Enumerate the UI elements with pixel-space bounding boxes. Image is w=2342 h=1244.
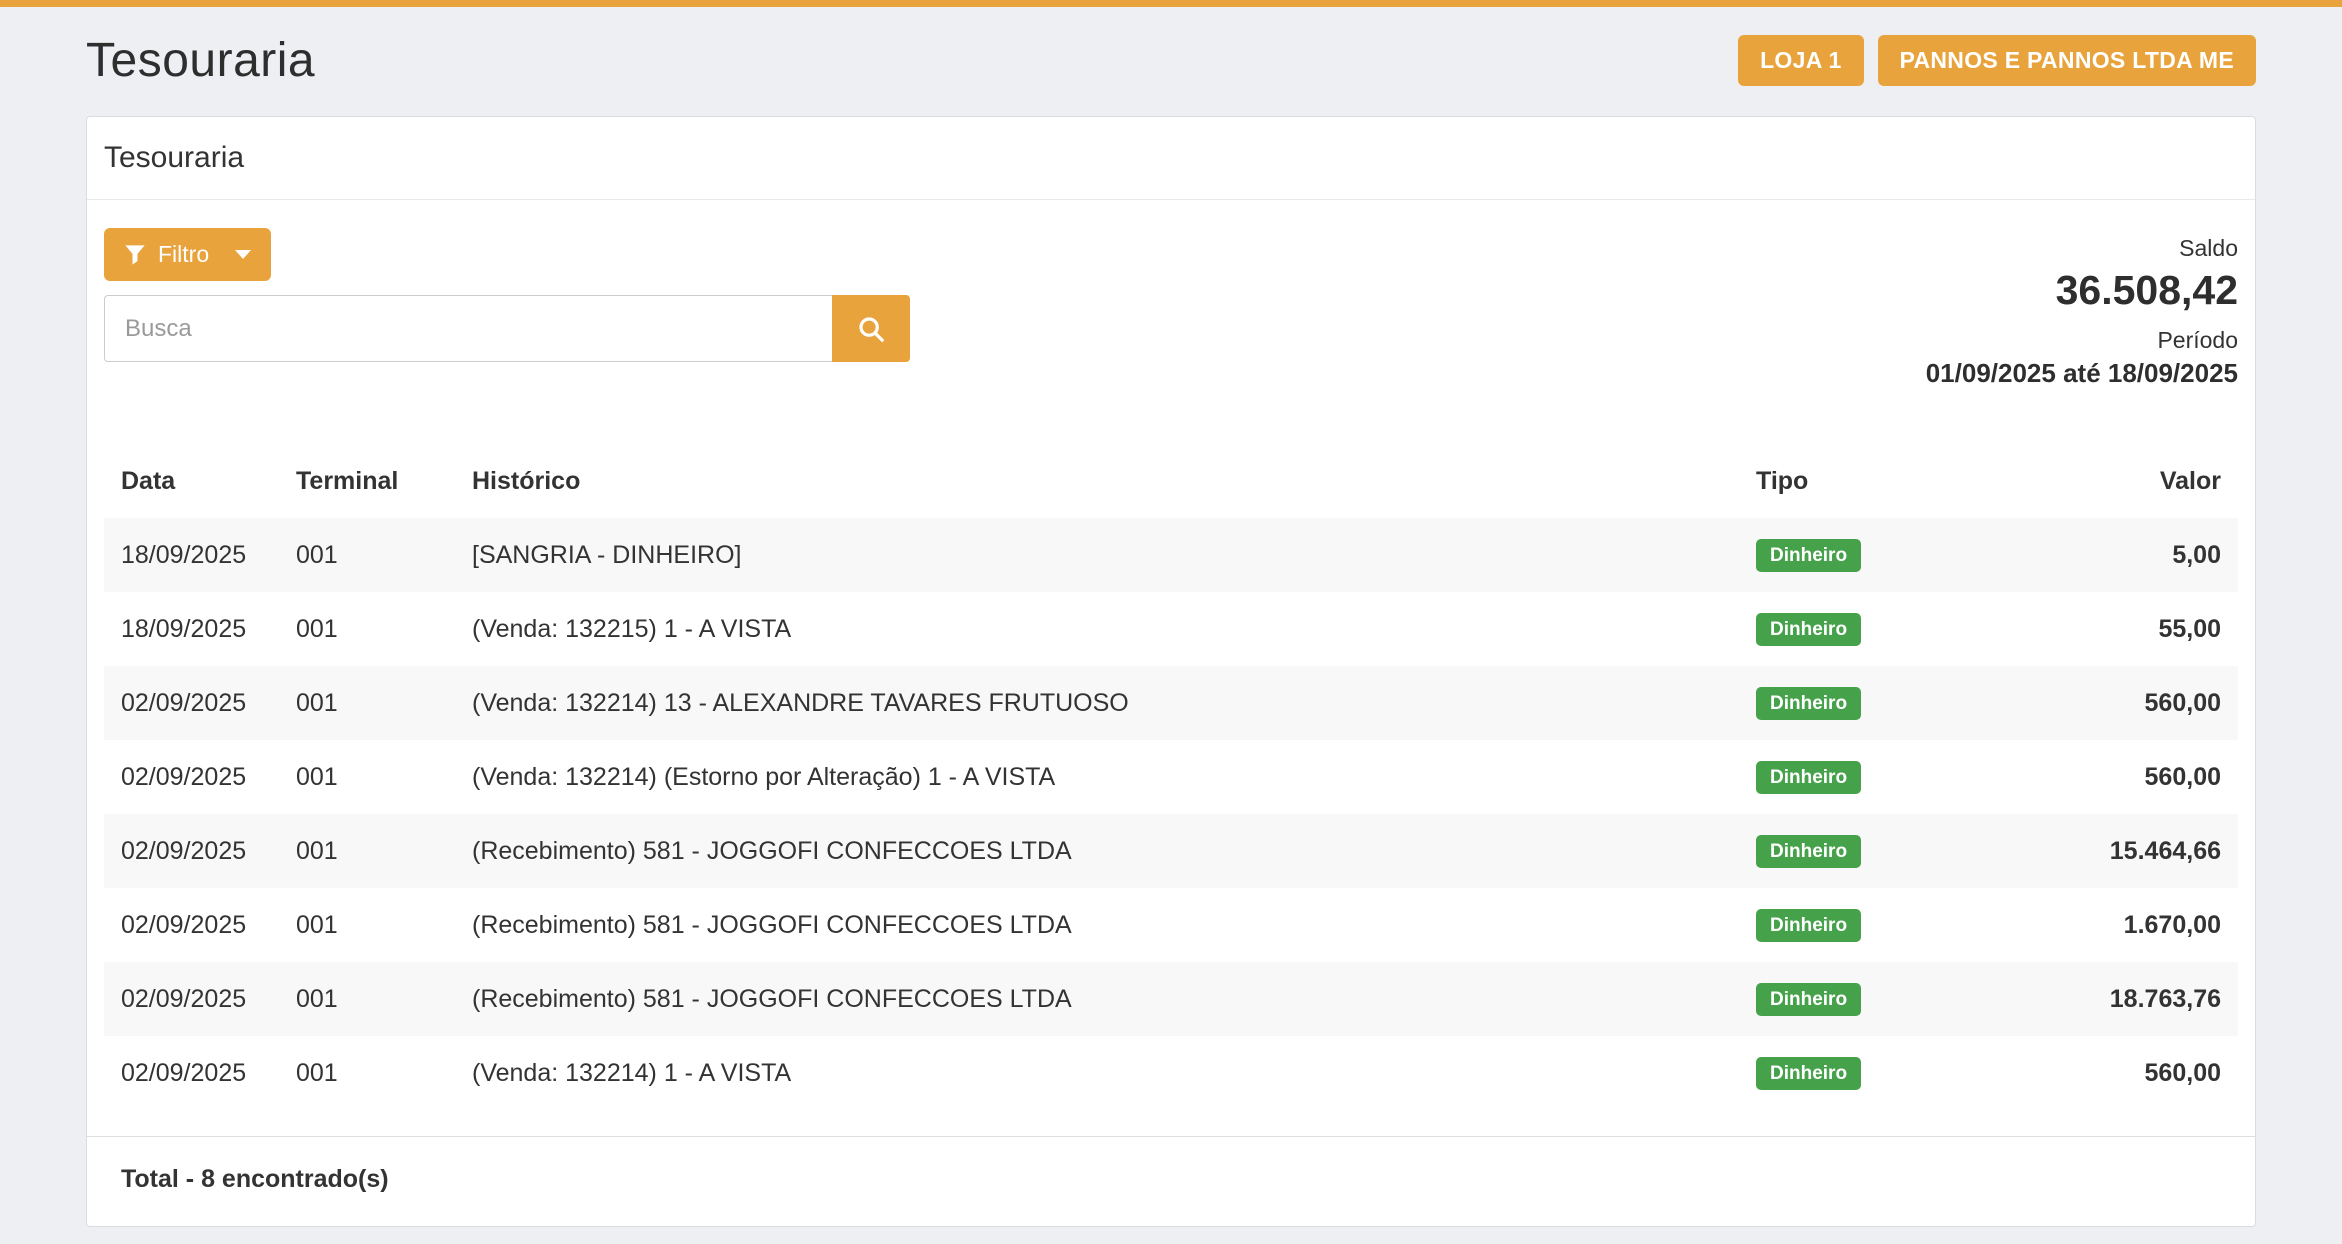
cell-valor: 5,00 bbox=[1978, 518, 2238, 592]
cell-tipo: Dinheiro bbox=[1756, 888, 1978, 962]
cell-valor: 15.464,66 bbox=[1978, 814, 2238, 888]
filter-button[interactable]: Filtro bbox=[104, 228, 271, 281]
card-body: Filtro bbox=[87, 228, 2255, 1110]
cell-terminal: 001 bbox=[296, 592, 472, 666]
cell-data: 02/09/2025 bbox=[104, 740, 296, 814]
store-button[interactable]: LOJA 1 bbox=[1738, 35, 1863, 86]
cell-historico: [SANGRIA - DINHEIRO] bbox=[472, 518, 1756, 592]
chevron-down-icon bbox=[235, 250, 251, 259]
cell-historico: (Venda: 132215) 1 - A VISTA bbox=[472, 592, 1756, 666]
tipo-badge: Dinheiro bbox=[1756, 835, 1861, 868]
periodo-value: 01/09/2025 até 18/09/2025 bbox=[1926, 357, 2238, 390]
table-row: 02/09/2025 001 (Recebimento) 581 - JOGGO… bbox=[104, 888, 2238, 962]
tipo-badge: Dinheiro bbox=[1756, 983, 1861, 1016]
cell-data: 02/09/2025 bbox=[104, 666, 296, 740]
cell-historico: (Venda: 132214) 13 - ALEXANDRE TAVARES F… bbox=[472, 666, 1756, 740]
table-header-row: Data Terminal Histórico Tipo Valor bbox=[104, 447, 2238, 518]
cell-historico: (Recebimento) 581 - JOGGOFI CONFECCOES L… bbox=[472, 962, 1756, 1036]
table-row: 18/09/2025 001 (Venda: 132215) 1 - A VIS… bbox=[104, 592, 2238, 666]
search-icon bbox=[856, 314, 886, 344]
table-row: 18/09/2025 001 [SANGRIA - DINHEIRO] Dinh… bbox=[104, 518, 2238, 592]
toolbar: Filtro bbox=[104, 228, 2238, 389]
cell-tipo: Dinheiro bbox=[1756, 518, 1978, 592]
tipo-badge: Dinheiro bbox=[1756, 761, 1861, 794]
filter-funnel-icon bbox=[124, 244, 146, 266]
cell-terminal: 001 bbox=[296, 1036, 472, 1110]
page-title: Tesouraria bbox=[86, 33, 315, 88]
tipo-badge: Dinheiro bbox=[1756, 539, 1861, 572]
cell-terminal: 001 bbox=[296, 740, 472, 814]
tipo-badge: Dinheiro bbox=[1756, 1057, 1861, 1090]
cell-tipo: Dinheiro bbox=[1756, 814, 1978, 888]
top-accent-bar bbox=[0, 0, 2342, 7]
column-header-valor: Valor bbox=[1978, 447, 2238, 518]
cell-tipo: Dinheiro bbox=[1756, 592, 1978, 666]
cell-historico: (Venda: 132214) 1 - A VISTA bbox=[472, 1036, 1756, 1110]
cell-valor: 18.763,76 bbox=[1978, 962, 2238, 1036]
cell-data: 02/09/2025 bbox=[104, 888, 296, 962]
cell-historico: (Recebimento) 581 - JOGGOFI CONFECCOES L… bbox=[472, 814, 1756, 888]
cell-data: 02/09/2025 bbox=[104, 814, 296, 888]
table-row: 02/09/2025 001 (Venda: 132214) 13 - ALEX… bbox=[104, 666, 2238, 740]
cell-tipo: Dinheiro bbox=[1756, 1036, 1978, 1110]
header-buttons: LOJA 1 PANNOS E PANNOS LTDA ME bbox=[1738, 35, 2256, 86]
table-row: 02/09/2025 001 (Recebimento) 581 - JOGGO… bbox=[104, 814, 2238, 888]
column-header-data: Data bbox=[104, 447, 296, 518]
transactions-table: Data Terminal Histórico Tipo Valor 18/09… bbox=[104, 447, 2238, 1110]
column-header-tipo: Tipo bbox=[1756, 447, 1978, 518]
periodo-label: Período bbox=[1926, 326, 2238, 355]
treasury-page: Tesouraria LOJA 1 PANNOS E PANNOS LTDA M… bbox=[0, 7, 2342, 1227]
filter-search-group: Filtro bbox=[104, 228, 910, 362]
filter-button-label: Filtro bbox=[158, 241, 209, 268]
cell-valor: 560,00 bbox=[1978, 666, 2238, 740]
total-count: Total - 8 encontrado(s) bbox=[87, 1136, 2255, 1226]
cell-data: 02/09/2025 bbox=[104, 1036, 296, 1110]
cell-valor: 55,00 bbox=[1978, 592, 2238, 666]
cell-historico: (Venda: 132214) (Estorno por Alteração) … bbox=[472, 740, 1756, 814]
column-header-historico: Histórico bbox=[472, 447, 1756, 518]
tipo-badge: Dinheiro bbox=[1756, 613, 1861, 646]
cell-tipo: Dinheiro bbox=[1756, 740, 1978, 814]
saldo-label: Saldo bbox=[1926, 234, 2238, 263]
page-header: Tesouraria LOJA 1 PANNOS E PANNOS LTDA M… bbox=[86, 7, 2256, 116]
cell-valor: 1.670,00 bbox=[1978, 888, 2238, 962]
treasury-card: Tesouraria Filtro bbox=[86, 116, 2256, 1227]
tipo-badge: Dinheiro bbox=[1756, 909, 1861, 942]
table-row: 02/09/2025 001 (Venda: 132214) 1 - A VIS… bbox=[104, 1036, 2238, 1110]
card-title: Tesouraria bbox=[87, 117, 2255, 200]
cell-terminal: 001 bbox=[296, 962, 472, 1036]
cell-terminal: 001 bbox=[296, 666, 472, 740]
cell-data: 18/09/2025 bbox=[104, 592, 296, 666]
search-button[interactable] bbox=[832, 295, 910, 362]
search-group bbox=[104, 295, 910, 362]
cell-tipo: Dinheiro bbox=[1756, 666, 1978, 740]
cell-tipo: Dinheiro bbox=[1756, 962, 1978, 1036]
summary-panel: Saldo 36.508,42 Período 01/09/2025 até 1… bbox=[1926, 228, 2238, 389]
cell-terminal: 001 bbox=[296, 814, 472, 888]
cell-data: 02/09/2025 bbox=[104, 962, 296, 1036]
cell-data: 18/09/2025 bbox=[104, 518, 296, 592]
cell-valor: 560,00 bbox=[1978, 740, 2238, 814]
saldo-value: 36.508,42 bbox=[1926, 265, 2238, 316]
cell-historico: (Recebimento) 581 - JOGGOFI CONFECCOES L… bbox=[472, 888, 1756, 962]
cell-terminal: 001 bbox=[296, 518, 472, 592]
column-header-terminal: Terminal bbox=[296, 447, 472, 518]
cell-terminal: 001 bbox=[296, 888, 472, 962]
search-input[interactable] bbox=[104, 295, 832, 362]
cell-valor: 560,00 bbox=[1978, 1036, 2238, 1110]
tipo-badge: Dinheiro bbox=[1756, 687, 1861, 720]
company-button[interactable]: PANNOS E PANNOS LTDA ME bbox=[1878, 35, 2256, 86]
table-row: 02/09/2025 001 (Venda: 132214) (Estorno … bbox=[104, 740, 2238, 814]
table-row: 02/09/2025 001 (Recebimento) 581 - JOGGO… bbox=[104, 962, 2238, 1036]
